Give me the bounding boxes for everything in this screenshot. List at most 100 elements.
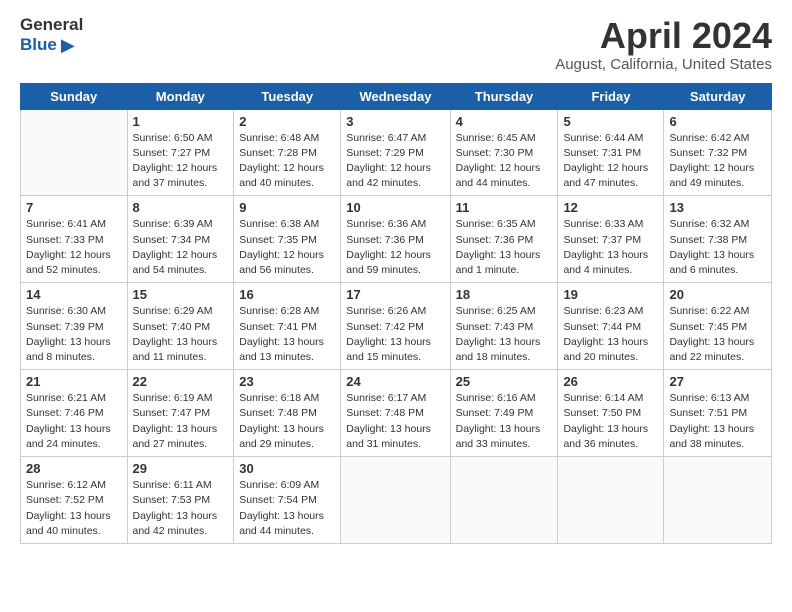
day-detail: Sunrise: 6:14 AMSunset: 7:50 PMDaylight:… <box>563 391 658 452</box>
day-number: 14 <box>26 287 122 302</box>
day-number: 30 <box>239 461 335 476</box>
calendar-cell <box>341 457 450 544</box>
calendar-cell: 20Sunrise: 6:22 AMSunset: 7:45 PMDayligh… <box>664 283 772 370</box>
day-number: 26 <box>563 374 658 389</box>
calendar-cell: 9 Sunrise: 6:38 AMSunset: 7:35 PMDaylight… <box>234 196 341 283</box>
logo-general: General <box>20 16 83 35</box>
logo: General Blue ▶ <box>20 16 83 56</box>
day-number: 13 <box>669 200 766 215</box>
calendar-cell: 5 Sunrise: 6:44 AMSunset: 7:31 PMDaylight… <box>558 109 664 196</box>
calendar-cell <box>21 109 128 196</box>
day-number: 16 <box>239 287 335 302</box>
calendar-table: Sunday Monday Tuesday Wednesday Thursday… <box>20 83 772 544</box>
col-thursday: Thursday <box>450 83 558 109</box>
day-number: 20 <box>669 287 766 302</box>
day-number: 24 <box>346 374 444 389</box>
col-tuesday: Tuesday <box>234 83 341 109</box>
day-number: 1 <box>133 114 229 129</box>
calendar-cell: 3 Sunrise: 6:47 AMSunset: 7:29 PMDaylight… <box>341 109 450 196</box>
day-number: 25 <box>456 374 553 389</box>
calendar-cell: 19 Sunrise: 6:23 AMSunset: 7:44 PMDayligh… <box>558 283 664 370</box>
day-number: 5 <box>563 114 658 129</box>
calendar-cell <box>558 457 664 544</box>
day-detail: Sunrise: 6:42 AMSunset: 7:32 PMDaylight:… <box>669 131 766 192</box>
day-detail: Sunrise: 6:17 AMSunset: 7:48 PMDaylight:… <box>346 391 444 452</box>
day-detail: Sunrise: 6:28 AMSunset: 7:41 PMDaylight:… <box>239 304 335 365</box>
day-detail: Sunrise: 6:32 AMSunset: 7:38 PMDaylight:… <box>669 217 766 278</box>
day-detail: Sunrise: 6:13 AMSunset: 7:51 PMDaylight:… <box>669 391 766 452</box>
day-detail: Sunrise: 6:47 AMSunset: 7:29 PMDaylight:… <box>346 131 444 192</box>
day-detail: Sunrise: 6:29 AMSunset: 7:40 PMDaylight:… <box>133 304 229 365</box>
day-detail: Sunrise: 6:25 AMSunset: 7:43 PMDaylight:… <box>456 304 553 365</box>
day-detail: Sunrise: 6:35 AMSunset: 7:36 PMDaylight:… <box>456 217 553 278</box>
calendar-cell: 24 Sunrise: 6:17 AMSunset: 7:48 PMDayligh… <box>341 370 450 457</box>
day-detail: Sunrise: 6:44 AMSunset: 7:31 PMDaylight:… <box>563 131 658 192</box>
day-number: 23 <box>239 374 335 389</box>
day-number: 19 <box>563 287 658 302</box>
calendar-cell: 16 Sunrise: 6:28 AMSunset: 7:41 PMDayligh… <box>234 283 341 370</box>
calendar-cell: 23 Sunrise: 6:18 AMSunset: 7:48 PMDayligh… <box>234 370 341 457</box>
day-detail: Sunrise: 6:23 AMSunset: 7:44 PMDaylight:… <box>563 304 658 365</box>
day-number: 3 <box>346 114 444 129</box>
calendar-cell: 21 Sunrise: 6:21 AMSunset: 7:46 PMDayligh… <box>21 370 128 457</box>
day-number: 12 <box>563 200 658 215</box>
day-number: 7 <box>26 200 122 215</box>
logo-blue: Blue <box>20 36 57 55</box>
day-number: 21 <box>26 374 122 389</box>
day-detail: Sunrise: 6:11 AMSunset: 7:53 PMDaylight:… <box>133 478 229 539</box>
calendar-cell: 10Sunrise: 6:36 AMSunset: 7:36 PMDayligh… <box>341 196 450 283</box>
day-detail: Sunrise: 6:30 AMSunset: 7:39 PMDaylight:… <box>26 304 122 365</box>
day-number: 29 <box>133 461 229 476</box>
day-detail: Sunrise: 6:21 AMSunset: 7:46 PMDaylight:… <box>26 391 122 452</box>
col-sunday: Sunday <box>21 83 128 109</box>
calendar-cell: 22 Sunrise: 6:19 AMSunset: 7:47 PMDayligh… <box>127 370 234 457</box>
calendar-cell: 17 Sunrise: 6:26 AMSunset: 7:42 PMDayligh… <box>341 283 450 370</box>
day-detail: Sunrise: 6:26 AMSunset: 7:42 PMDaylight:… <box>346 304 444 365</box>
day-detail: Sunrise: 6:19 AMSunset: 7:47 PMDaylight:… <box>133 391 229 452</box>
day-detail: Sunrise: 6:48 AMSunset: 7:28 PMDaylight:… <box>239 131 335 192</box>
day-number: 17 <box>346 287 444 302</box>
col-monday: Monday <box>127 83 234 109</box>
calendar-cell: 14 Sunrise: 6:30 AMSunset: 7:39 PMDayligh… <box>21 283 128 370</box>
calendar-cell: 18 Sunrise: 6:25 AMSunset: 7:43 PMDayligh… <box>450 283 558 370</box>
calendar-cell: 26 Sunrise: 6:14 AMSunset: 7:50 PMDayligh… <box>558 370 664 457</box>
calendar-week-row: 14 Sunrise: 6:30 AMSunset: 7:39 PMDayligh… <box>21 283 772 370</box>
day-detail: Sunrise: 6:39 AMSunset: 7:34 PMDaylight:… <box>133 217 229 278</box>
day-number: 2 <box>239 114 335 129</box>
day-number: 22 <box>133 374 229 389</box>
day-number: 15 <box>133 287 229 302</box>
day-number: 28 <box>26 461 122 476</box>
calendar-cell: 1 Sunrise: 6:50 AMSunset: 7:27 PMDaylight… <box>127 109 234 196</box>
day-detail: Sunrise: 6:38 AMSunset: 7:35 PMDaylight:… <box>239 217 335 278</box>
day-number: 11 <box>456 200 553 215</box>
calendar-week-row: 28Sunrise: 6:12 AMSunset: 7:52 PMDayligh… <box>21 457 772 544</box>
calendar-cell: 29 Sunrise: 6:11 AMSunset: 7:53 PMDayligh… <box>127 457 234 544</box>
title-area: April 2024 August, California, United St… <box>555 16 772 73</box>
day-number: 27 <box>669 374 766 389</box>
logo-icon: General Blue ▶ <box>20 16 83 56</box>
day-number: 9 <box>239 200 335 215</box>
calendar-cell: 2 Sunrise: 6:48 AMSunset: 7:28 PMDaylight… <box>234 109 341 196</box>
day-detail: Sunrise: 6:50 AMSunset: 7:27 PMDaylight:… <box>133 131 229 192</box>
day-detail: Sunrise: 6:41 AMSunset: 7:33 PMDaylight:… <box>26 217 122 278</box>
col-saturday: Saturday <box>664 83 772 109</box>
col-wednesday: Wednesday <box>341 83 450 109</box>
day-number: 18 <box>456 287 553 302</box>
calendar-cell: 11 Sunrise: 6:35 AMSunset: 7:36 PMDayligh… <box>450 196 558 283</box>
calendar-header-row: Sunday Monday Tuesday Wednesday Thursday… <box>21 83 772 109</box>
calendar-cell: 27 Sunrise: 6:13 AMSunset: 7:51 PMDayligh… <box>664 370 772 457</box>
day-detail: Sunrise: 6:36 AMSunset: 7:36 PMDaylight:… <box>346 217 444 278</box>
day-detail: Sunrise: 6:33 AMSunset: 7:37 PMDaylight:… <box>563 217 658 278</box>
calendar-cell: 7 Sunrise: 6:41 AMSunset: 7:33 PMDaylight… <box>21 196 128 283</box>
day-number: 4 <box>456 114 553 129</box>
day-number: 6 <box>669 114 766 129</box>
main-title: April 2024 <box>555 16 772 56</box>
day-detail: Sunrise: 6:45 AMSunset: 7:30 PMDaylight:… <box>456 131 553 192</box>
day-detail: Sunrise: 6:18 AMSunset: 7:48 PMDaylight:… <box>239 391 335 452</box>
day-detail: Sunrise: 6:09 AMSunset: 7:54 PMDaylight:… <box>239 478 335 539</box>
page: General Blue ▶ April 2024 August, Califo… <box>0 0 792 554</box>
day-detail: Sunrise: 6:16 AMSunset: 7:49 PMDaylight:… <box>456 391 553 452</box>
calendar-cell <box>450 457 558 544</box>
calendar-cell: 28Sunrise: 6:12 AMSunset: 7:52 PMDayligh… <box>21 457 128 544</box>
calendar-cell: 13 Sunrise: 6:32 AMSunset: 7:38 PMDayligh… <box>664 196 772 283</box>
